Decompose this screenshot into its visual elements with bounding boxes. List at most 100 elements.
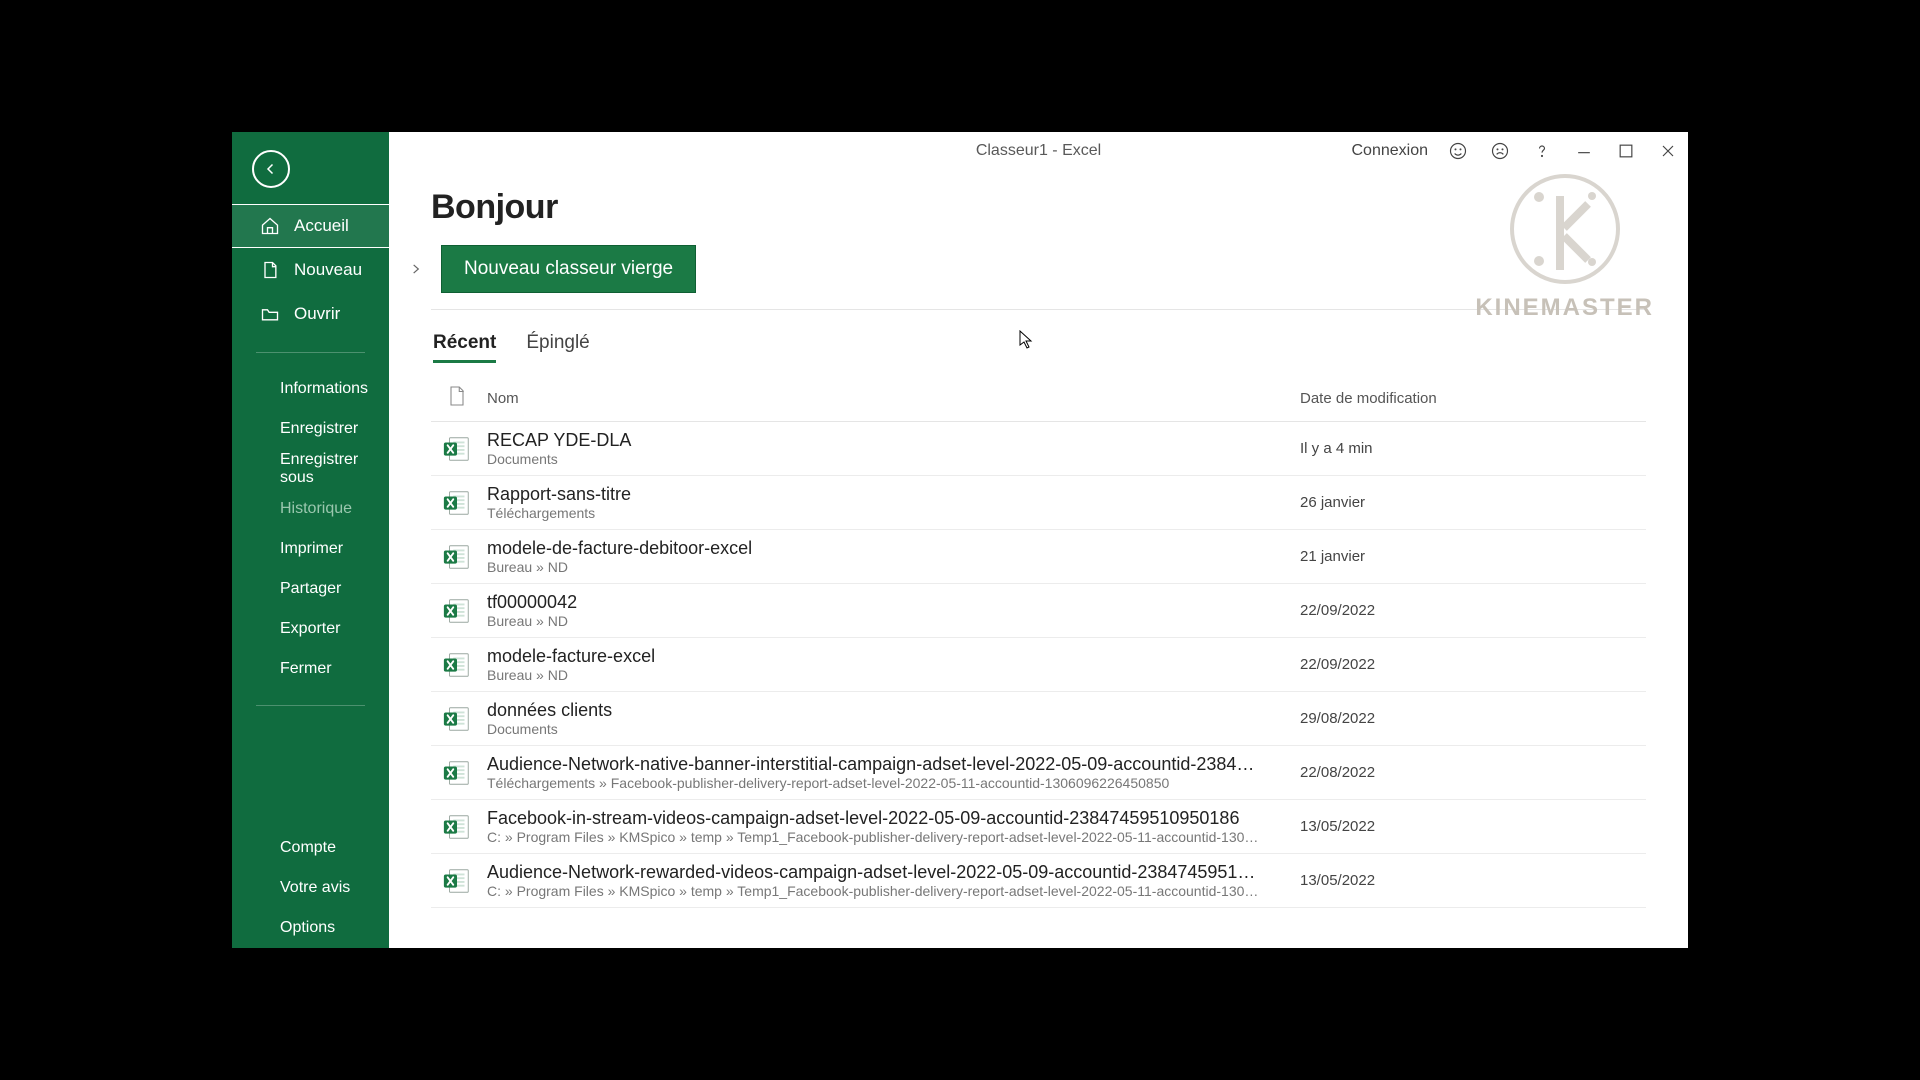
- file-date: 13/05/2022: [1300, 818, 1640, 835]
- file-path: Téléchargements » Facebook-publisher-del…: [487, 775, 1300, 791]
- new-blank-workbook-button[interactable]: Nouveau classeur vierge: [441, 245, 696, 293]
- new-file-icon: [260, 260, 280, 280]
- sidebar-item-save-as[interactable]: Enregistrer sous: [232, 449, 389, 489]
- frown-icon[interactable]: [1488, 139, 1512, 163]
- file-name: modele-facture-excel: [487, 646, 1300, 667]
- excel-file-icon: [437, 704, 477, 734]
- file-path: Bureau » ND: [487, 613, 1300, 629]
- sidebar-item-label: Accueil: [294, 216, 349, 236]
- sidebar-item-open[interactable]: Ouvrir: [232, 292, 389, 336]
- excel-file-icon: [437, 758, 477, 788]
- close-icon[interactable]: [1656, 139, 1680, 163]
- sidebar-item-history: Historique: [232, 489, 389, 529]
- help-icon[interactable]: [1530, 139, 1554, 163]
- sidebar-item-options[interactable]: Options: [232, 908, 389, 948]
- file-name: Rapport-sans-titre: [487, 484, 1300, 505]
- file-path: Téléchargements: [487, 505, 1300, 521]
- recent-file-row[interactable]: modele-de-facture-debitoor-excel Bureau …: [431, 530, 1646, 584]
- file-date: 13/05/2022: [1300, 872, 1640, 889]
- sidebar-item-export[interactable]: Exporter: [232, 609, 389, 649]
- sidebar-item-share[interactable]: Partager: [232, 569, 389, 609]
- recent-file-row[interactable]: Audience-Network-native-banner-interstit…: [431, 746, 1646, 800]
- sidebar-item-feedback[interactable]: Votre avis: [232, 868, 389, 908]
- file-path: C: » Program Files » KMSpico » temp » Te…: [487, 883, 1300, 899]
- new-blank-workbook-label: Nouveau classeur vierge: [464, 258, 673, 279]
- recent-file-row[interactable]: données clients Documents 29/08/2022: [431, 692, 1646, 746]
- sidebar-item-info[interactable]: Informations: [232, 369, 389, 409]
- recent-file-row[interactable]: Rapport-sans-titre Téléchargements 26 ja…: [431, 476, 1646, 530]
- recent-file-row[interactable]: Facebook-in-stream-videos-campaign-adset…: [431, 800, 1646, 854]
- titlebar: Classeur1 - Excel Connexion: [389, 132, 1688, 170]
- file-name: RECAP YDE-DLA: [487, 430, 1300, 451]
- file-date: Il y a 4 min: [1300, 440, 1640, 457]
- signin-link[interactable]: Connexion: [1352, 142, 1429, 160]
- sidebar-item-label: Informations: [280, 380, 368, 398]
- sidebar-item-label: Compte: [280, 839, 336, 857]
- sidebar-item-close[interactable]: Fermer: [232, 649, 389, 689]
- file-path: C: » Program Files » KMSpico » temp » Te…: [487, 829, 1300, 845]
- greeting-title: Bonjour: [431, 188, 1646, 227]
- home-icon: [260, 216, 280, 236]
- sidebar-item-account[interactable]: Compte: [232, 828, 389, 868]
- file-icon: [448, 385, 466, 407]
- sidebar-item-label: Partager: [280, 580, 341, 598]
- minimize-icon[interactable]: [1572, 139, 1596, 163]
- excel-file-icon: [437, 434, 477, 464]
- tab-label: Récent: [433, 332, 496, 353]
- templates-expand[interactable]: [405, 258, 427, 280]
- recent-file-row[interactable]: RECAP YDE-DLA Documents Il y a 4 min: [431, 422, 1646, 476]
- window-title: Classeur1 - Excel: [976, 142, 1101, 160]
- file-date: 21 janvier: [1300, 548, 1640, 565]
- file-date: 22/09/2022: [1300, 602, 1640, 619]
- chevron-right-icon: [409, 262, 423, 276]
- file-path: Documents: [487, 451, 1300, 467]
- sidebar-item-label: Ouvrir: [294, 304, 340, 324]
- sidebar-item-label: Options: [280, 919, 335, 937]
- sidebar: Accueil Nouveau Ouvrir Informations Enre…: [232, 132, 389, 948]
- tab-recent[interactable]: Récent: [433, 332, 496, 363]
- sidebar-item-label: Historique: [280, 500, 352, 518]
- sidebar-item-label: Enregistrer: [280, 420, 358, 438]
- list-header: Nom Date de modification: [431, 377, 1646, 422]
- excel-file-icon: [437, 488, 477, 518]
- file-name: Facebook-in-stream-videos-campaign-adset…: [487, 808, 1300, 829]
- recent-files-list: RECAP YDE-DLA Documents Il y a 4 min Rap…: [431, 422, 1646, 908]
- tab-pinned[interactable]: Épinglé: [526, 332, 589, 363]
- sidebar-item-label: Imprimer: [280, 540, 343, 558]
- file-path: Bureau » ND: [487, 559, 1300, 575]
- excel-file-icon: [437, 866, 477, 896]
- file-date: 22/09/2022: [1300, 656, 1640, 673]
- sidebar-item-home[interactable]: Accueil: [232, 204, 389, 248]
- recent-file-row[interactable]: tf00000042 Bureau » ND 22/09/2022: [431, 584, 1646, 638]
- excel-file-icon: [437, 812, 477, 842]
- file-path: Documents: [487, 721, 1300, 737]
- recent-file-row[interactable]: modele-facture-excel Bureau » ND 22/09/2…: [431, 638, 1646, 692]
- file-name: modele-de-facture-debitoor-excel: [487, 538, 1300, 559]
- open-folder-icon: [260, 304, 280, 324]
- main-panel: Classeur1 - Excel Connexion: [389, 132, 1688, 948]
- back-button[interactable]: [252, 150, 290, 188]
- file-date: 22/08/2022: [1300, 764, 1640, 781]
- tab-label: Épinglé: [526, 332, 589, 353]
- back-arrow-icon: [262, 160, 280, 178]
- sidebar-item-print[interactable]: Imprimer: [232, 529, 389, 569]
- column-name[interactable]: Nom: [477, 390, 1300, 407]
- excel-file-icon: [437, 542, 477, 572]
- file-date: 29/08/2022: [1300, 710, 1640, 727]
- excel-file-icon: [437, 650, 477, 680]
- sidebar-item-save[interactable]: Enregistrer: [232, 409, 389, 449]
- sidebar-item-label: Exporter: [280, 620, 340, 638]
- column-modified[interactable]: Date de modification: [1300, 390, 1640, 407]
- file-date: 26 janvier: [1300, 494, 1640, 511]
- sidebar-item-label: Nouveau: [294, 260, 362, 280]
- maximize-icon[interactable]: [1614, 139, 1638, 163]
- sidebar-item-new[interactable]: Nouveau: [232, 248, 389, 292]
- sidebar-item-label: Fermer: [280, 660, 332, 678]
- smile-icon[interactable]: [1446, 139, 1470, 163]
- file-name: Audience-Network-rewarded-videos-campaig…: [487, 862, 1300, 883]
- excel-backstage-window: Accueil Nouveau Ouvrir Informations Enre…: [232, 130, 1688, 950]
- excel-file-icon: [437, 596, 477, 626]
- file-name: données clients: [487, 700, 1300, 721]
- sidebar-item-label: Votre avis: [280, 879, 350, 897]
- recent-file-row[interactable]: Audience-Network-rewarded-videos-campaig…: [431, 854, 1646, 908]
